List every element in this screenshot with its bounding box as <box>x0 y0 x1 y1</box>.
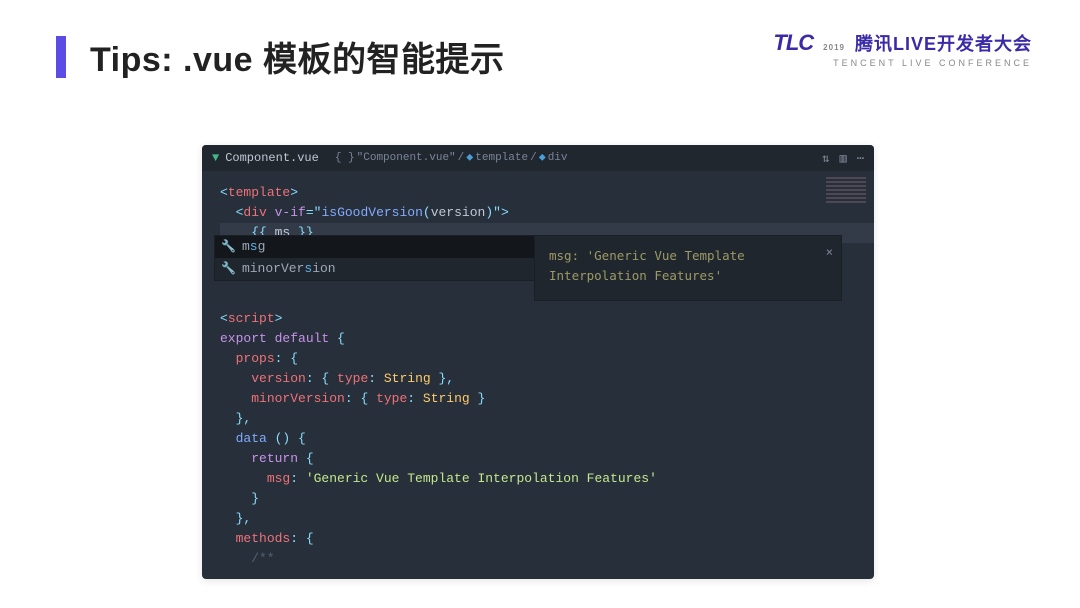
crumb-div: div <box>548 152 568 164</box>
vue-icon: ▼ <box>212 151 219 165</box>
slide: Tips: .vue 模板的智能提示 TLC 2019 腾讯LIVE开发者大会 … <box>0 0 1080 608</box>
documentation-popup: × msg: 'Generic Vue Template Interpolati… <box>534 235 842 301</box>
logo-brand: TLC <box>773 30 813 55</box>
code-area[interactable]: <template> <div v-if="isGoodVersion(vers… <box>202 171 874 579</box>
git-compare-icon[interactable]: ⇅ <box>822 151 829 166</box>
tag-icon: ⬥ <box>539 152 546 164</box>
code-line: methods: { <box>220 529 874 549</box>
wrench-icon: 🔧 <box>221 237 236 257</box>
more-icon[interactable]: ⋯ <box>857 151 864 166</box>
code-line: <template> <box>220 183 874 203</box>
code-line: msg: 'Generic Vue Template Interpolation… <box>220 469 874 489</box>
code-line: /** <box>220 549 874 569</box>
code-line: version: { type: String }, <box>220 369 874 389</box>
code-line: data () { <box>220 429 874 449</box>
logo-year: 2019 <box>819 43 849 52</box>
code-line: minorVersion: { type: String } <box>220 389 874 409</box>
tab-filename: Component.vue <box>225 151 319 165</box>
doc-text: msg: 'Generic Vue Template Interpolation… <box>549 248 745 283</box>
logo-en: TENCENT LIVE CONFERENCE <box>773 58 1032 68</box>
code-line: <div v-if="isGoodVersion(version)"> <box>220 203 874 223</box>
crumb-file: "Component.vue" <box>357 152 456 164</box>
logo-cn: 腾讯LIVE开发者大会 <box>855 34 1032 54</box>
split-editor-icon[interactable]: ▥ <box>840 151 847 166</box>
wrench-icon: 🔧 <box>221 259 236 279</box>
conference-logo: TLC 2019 腾讯LIVE开发者大会 TENCENT LIVE CONFER… <box>773 30 1032 68</box>
close-icon[interactable]: × <box>826 242 833 262</box>
slide-title: Tips: .vue 模板的智能提示 <box>90 32 505 81</box>
crumb-template: template <box>475 152 528 164</box>
tag-icon: ⬥ <box>466 152 473 164</box>
code-line: props: { <box>220 349 874 369</box>
tab-bar: ▼ Component.vue { } "Component.vue" / ⬥ … <box>202 145 874 171</box>
code-line: } <box>220 489 874 509</box>
file-tab[interactable]: ▼ Component.vue <box>202 145 329 171</box>
code-line: export default { <box>220 329 874 349</box>
editor-panel: ▼ Component.vue { } "Component.vue" / ⬥ … <box>202 145 874 579</box>
code-line: }, <box>220 509 874 529</box>
code-line: <script> <box>220 309 874 329</box>
code-line: }, <box>220 409 874 429</box>
breadcrumb[interactable]: { } "Component.vue" / ⬥ template / ⬥ div <box>335 152 568 164</box>
title-accent-bar <box>56 36 66 78</box>
code-line: return { <box>220 449 874 469</box>
